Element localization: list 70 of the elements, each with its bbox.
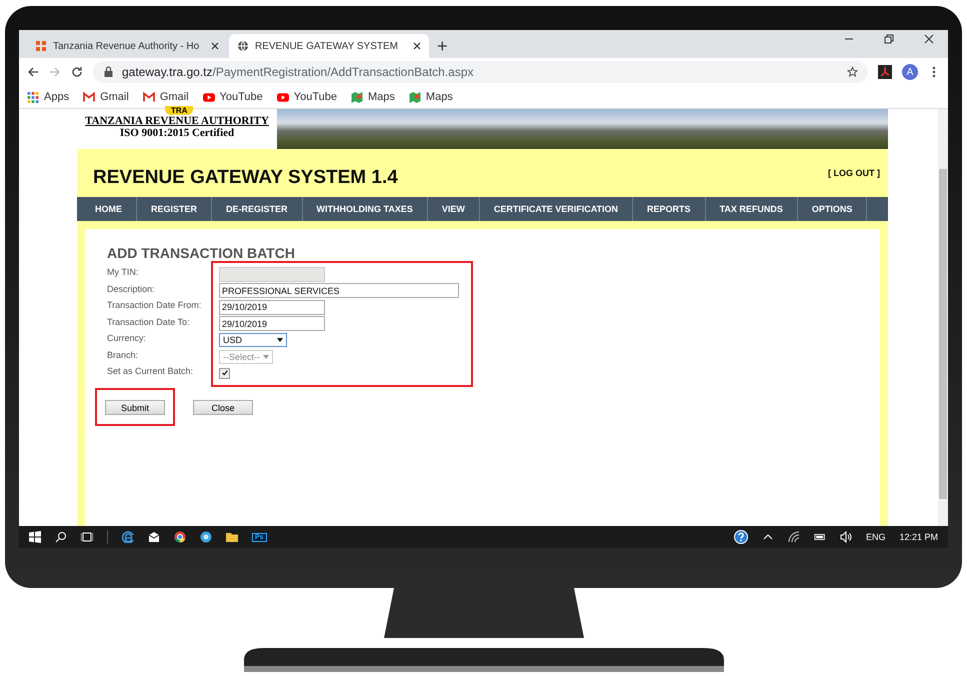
field-label: Set as Current Batch: — [107, 365, 194, 378]
envelope-icon — [83, 92, 96, 102]
url-text: gateway.tra.go.tz/PaymentRegistration/AddTransactionBatch.aspx — [122, 65, 474, 79]
reload-icon[interactable] — [71, 66, 83, 78]
bookmark-link[interactable]: Maps — [408, 91, 453, 103]
chrome-icon[interactable] — [174, 531, 186, 543]
tab-title: Tanzania Revenue Authority - Ho — [53, 40, 200, 52]
dropdown-arrow-icon — [277, 338, 283, 342]
browser-tab[interactable]: REVENUE GATEWAY SYSTEM — [229, 34, 429, 58]
browser-e-icon[interactable] — [122, 531, 134, 543]
play-icon — [276, 92, 289, 102]
task-view-icon[interactable] — [81, 531, 93, 543]
logo-badge: TRA — [165, 106, 194, 115]
form-heading: ADD TRANSACTION BATCH — [107, 245, 296, 261]
puzzle-icon — [35, 40, 47, 52]
browser-tab[interactable]: Tanzania Revenue Authority - Ho — [27, 34, 227, 58]
scrollbar[interactable] — [938, 109, 948, 526]
bookmark-link[interactable]: YouTube — [202, 91, 263, 103]
dropdown-arrow-icon — [263, 354, 269, 359]
battery-icon[interactable] — [814, 531, 826, 543]
bookmark-link[interactable]: Maps — [351, 91, 395, 103]
close-icon[interactable] — [211, 42, 219, 50]
map-pin-icon — [351, 92, 364, 102]
tab-title: REVENUE GATEWAY SYSTEM — [255, 40, 399, 52]
restore-icon[interactable] — [884, 34, 894, 44]
folder-icon[interactable] — [226, 531, 238, 543]
wifi-icon[interactable] — [788, 531, 800, 543]
map-pin-icon — [408, 92, 421, 102]
profile-avatar[interactable]: A — [902, 64, 918, 80]
bookmark-link[interactable]: Gmail — [83, 91, 129, 103]
lock-icon — [103, 66, 114, 78]
star-icon[interactable] — [847, 66, 858, 78]
bookmark-link[interactable]: Apps — [27, 91, 70, 103]
address-field[interactable]: gateway.tra.go.tz/PaymentRegistration/AddTransactionBatch.aspx — [93, 61, 868, 83]
field-label: Currency: — [107, 332, 148, 346]
close-icon[interactable] — [924, 34, 934, 44]
field-label: Transaction Date To: — [107, 316, 191, 329]
envelope-icon — [142, 92, 155, 102]
text-field[interactable]: 29/10/2019 — [219, 316, 325, 332]
field-label: Description: — [107, 282, 156, 296]
field-label: My TIN: — [107, 266, 140, 280]
certification-text: ISO 9001:2015 Certified — [120, 127, 234, 139]
checkbox[interactable] — [219, 368, 230, 379]
close-icon[interactable] — [413, 42, 421, 50]
form-button[interactable]: Submit — [105, 400, 165, 415]
dropdown[interactable]: USD — [219, 333, 287, 348]
play-icon — [202, 92, 215, 102]
pdf-extension-icon[interactable] — [878, 65, 892, 79]
clock-text[interactable]: 12:21 PM — [899, 532, 938, 542]
system-title: REVENUE GATEWAY SYSTEM 1.4 — [93, 167, 398, 189]
form-button[interactable]: Close — [193, 400, 253, 415]
new-tab-button[interactable]: + — [431, 34, 454, 58]
bubble-icon[interactable] — [200, 531, 212, 543]
language-indicator[interactable]: ENG — [866, 532, 886, 542]
mail-icon[interactable] — [148, 531, 160, 543]
speaker-icon[interactable] — [840, 531, 852, 543]
field-label: Branch: — [107, 348, 140, 362]
back-arrow-icon[interactable] — [27, 66, 39, 78]
bookmark-link[interactable]: Gmail — [142, 91, 189, 103]
organization-name: TANZANIA REVENUE AUTHORITY — [85, 115, 269, 127]
field-label: Transaction Date From: — [107, 299, 202, 312]
help-icon[interactable] — [734, 530, 748, 544]
search-icon[interactable] — [55, 531, 67, 543]
globe-icon — [237, 40, 249, 52]
windows-start-icon[interactable] — [29, 531, 41, 543]
text-field[interactable]: PROFESSIONAL SERVICES — [219, 283, 459, 298]
bookmark-link[interactable]: YouTube — [276, 91, 338, 103]
logout-link[interactable]: [ LOG OUT ] — [828, 168, 880, 178]
grid-icon — [27, 92, 39, 102]
text-field[interactable]: 29/10/2019 — [219, 300, 325, 315]
